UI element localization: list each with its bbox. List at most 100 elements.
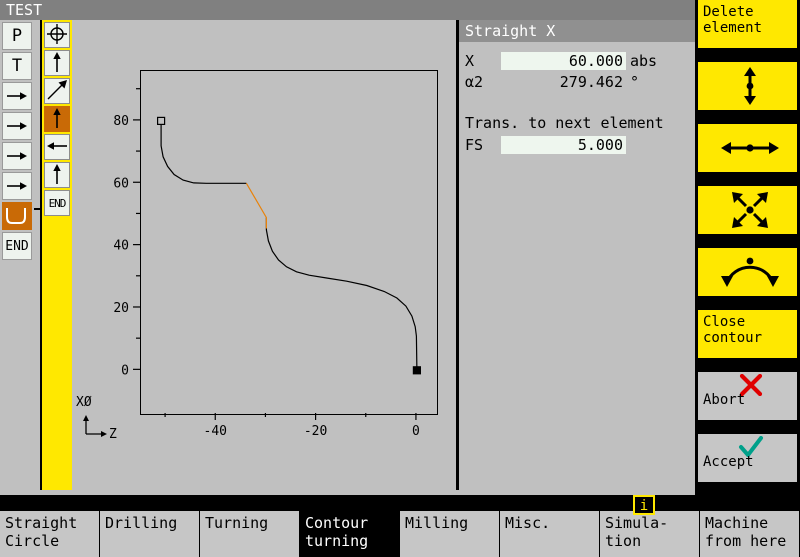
tab-contour-turning[interactable]: Contour turning [300, 511, 400, 557]
data-unit-alpha2: ° [630, 72, 640, 91]
data-row-x[interactable]: X 60.000 abs [459, 50, 695, 71]
data-value-x[interactable]: 60.000 [501, 51, 626, 70]
softkey-close-contour[interactable]: Close contour [698, 310, 797, 358]
program-step-program-start[interactable]: P [2, 22, 32, 50]
contour-plot-svg [157, 116, 421, 375]
softkey-accept[interactable]: Accept [698, 434, 797, 482]
program-step-linear-move-3[interactable] [2, 142, 32, 170]
contour-element-straight-z[interactable] [44, 134, 70, 160]
softkey-label: Delete element [703, 4, 763, 36]
contour-element-straight-x[interactable] [44, 106, 70, 132]
softkey-label: Close contour [703, 314, 763, 346]
tab-label: Machine from here [705, 514, 787, 550]
xticklabel: -40 [204, 424, 227, 439]
program-step-list[interactable]: P T END [0, 22, 44, 264]
data-label-alpha2: α2 [465, 72, 484, 91]
end-marker [412, 366, 421, 375]
softkey-zoom-all[interactable] [698, 186, 797, 234]
tab-label: Simula- tion [605, 514, 669, 550]
contour-graphic-area[interactable]: -40 -20 0 0 20 40 60 80 XØ Z [72, 20, 456, 490]
data-label-x: X [465, 51, 475, 70]
softkey-label: Accept [703, 454, 754, 470]
arrow-left-icon [46, 139, 68, 156]
softkey-abort[interactable]: Abort [698, 372, 797, 420]
arrow-up-icon [50, 51, 64, 76]
tab-simulation[interactable]: Simula- tion [600, 511, 700, 557]
yticklabel: 40 [113, 239, 129, 254]
softkey-label: Abort [703, 392, 746, 408]
tab-turning[interactable]: Turning [200, 511, 300, 557]
program-step-tool[interactable]: T [2, 52, 32, 80]
program-step-linear-move-4[interactable] [2, 172, 32, 200]
data-row-alpha2: α2 279.462 ° [459, 71, 695, 92]
info-icon[interactable]: i [633, 495, 655, 515]
program-step-label: T [11, 56, 23, 76]
softkey-arc-direction[interactable] [698, 248, 797, 296]
softkey-delete-element[interactable]: Delete element [698, 0, 797, 48]
tab-drilling[interactable]: Drilling [100, 511, 200, 557]
transition-section-title: Trans. to next element [465, 114, 664, 132]
tab-misc[interactable]: Misc. [500, 511, 600, 557]
data-value-fs[interactable]: 5.000 [501, 135, 626, 154]
element-data-panel: Straight X X 60.000 abs α2 279.462 ° Tra… [459, 20, 695, 490]
arrow-up-icon [50, 107, 64, 132]
data-label-fs: FS [465, 135, 484, 154]
arrow-right-icon [6, 119, 28, 133]
contour-element-list[interactable]: END [42, 20, 72, 490]
crosshair-icon [46, 23, 68, 48]
contour-icon [5, 207, 29, 225]
tab-straight-circle[interactable]: Straight Circle [0, 511, 100, 557]
arrow-up-icon [50, 163, 64, 188]
series-contour-path [160, 120, 247, 184]
axis-z-label: Z [109, 427, 117, 438]
softkey-column[interactable]: Delete element Close contour Abort Accept [695, 0, 800, 495]
arrows-vertical-icon [737, 67, 763, 109]
program-step-linear-move-2[interactable] [2, 112, 32, 140]
contour-element-contour-end[interactable]: END [44, 190, 70, 216]
arrows-horizontal-icon [721, 136, 779, 164]
program-step-linear-move-1[interactable] [2, 82, 32, 110]
tab-label: Turning [205, 514, 269, 532]
tab-label: Contour turning [305, 514, 369, 550]
tab-label: Misc. [505, 514, 551, 532]
data-value-alpha2: 279.462 [559, 72, 623, 91]
contour-element-straight-vertical-1[interactable] [44, 50, 70, 76]
data-unit-x: abs [630, 51, 658, 70]
program-step-contour-groove[interactable] [2, 202, 32, 230]
softkey-zoom-vertical[interactable] [698, 62, 797, 110]
yticklabel: 20 [113, 301, 129, 316]
arrow-right-icon [6, 179, 28, 193]
window-title: TEST [0, 0, 695, 20]
horizontal-softkey-bar[interactable]: Straight Circle Drilling Turning Contour tu… [0, 495, 800, 557]
axis-label-x-diameter: XØ [76, 395, 92, 410]
axis-orientation-icon: Z [83, 415, 117, 438]
tab-label: Milling [405, 514, 469, 532]
arc-arrows-icon [719, 257, 781, 291]
series-selected-element [245, 182, 267, 229]
contour-plot [140, 70, 438, 415]
xticklabel: -20 [304, 424, 327, 439]
tab-milling[interactable]: Milling [400, 511, 500, 557]
arrow-right-icon [6, 89, 28, 103]
arrow-right-icon [6, 149, 28, 163]
series-contour-path-tail [265, 217, 418, 371]
data-row-fs[interactable]: FS 5.000 [459, 134, 695, 155]
xticklabel: 0 [412, 424, 420, 439]
contour-element-straight-vertical-2[interactable] [44, 162, 70, 188]
tab-machine-from-here[interactable]: Machine from here [700, 511, 800, 557]
contour-element-start-point[interactable] [44, 22, 70, 48]
arrows-diagonal-icon [730, 190, 770, 234]
cnc-screen: TEST P T END END -40 -20 0 0 20 40 60 80 XØ Z Str… [0, 0, 800, 557]
arrow-diagonal-icon [46, 79, 68, 104]
start-marker [157, 116, 166, 126]
program-step-label: END [5, 238, 29, 254]
program-step-label: P [11, 26, 23, 46]
softkey-zoom-horizontal[interactable] [698, 124, 797, 172]
data-panel-title: Straight X [459, 20, 695, 42]
program-step-program-end[interactable]: END [2, 232, 32, 260]
yticklabel: 60 [113, 176, 129, 191]
tab-label: Drilling [105, 514, 178, 532]
contour-element-straight-diagonal[interactable] [44, 78, 70, 104]
tab-label: Straight Circle [5, 514, 78, 550]
yticklabel: 0 [121, 363, 129, 378]
